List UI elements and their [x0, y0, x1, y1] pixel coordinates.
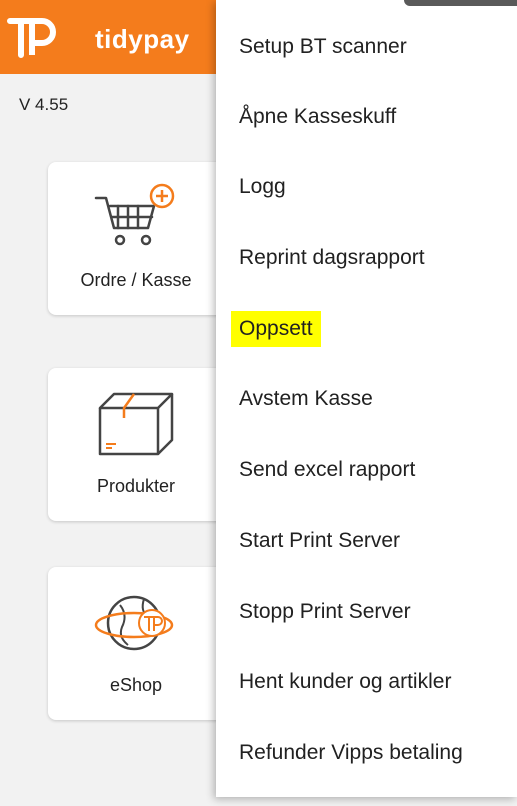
version-label: V 4.55	[19, 95, 69, 114]
menu-item-oppsett[interactable]: Oppsett	[216, 294, 517, 364]
tile-label: Ordre / Kasse	[80, 270, 192, 290]
menu-item-label: Start Print Server	[239, 529, 401, 552]
menu-item-logg[interactable]: Logg	[216, 152, 517, 222]
menu-item-setup-bt-scanner[interactable]: Setup BT scanner	[216, 12, 517, 82]
menu-item-label: Reprint dagsrapport	[239, 246, 425, 269]
menu-item-label: Åpne Kasseskuff	[239, 105, 397, 128]
menu-item-label: Send excel rapport	[239, 458, 416, 481]
brand-name: tidypay	[95, 24, 190, 54]
menu-item-label: Avstem Kasse	[239, 387, 373, 410]
status-bar-notch	[404, 0, 517, 6]
menu-item-apne-kasseskuff[interactable]: Åpne Kasseskuff	[216, 82, 517, 152]
menu-item-send-excel-rapport[interactable]: Send excel rapport	[216, 435, 517, 505]
menu-item-label: Hent kunder og artikler	[239, 670, 452, 693]
tidypay-logo-icon	[7, 18, 56, 58]
menu-item-label: Stopp Print Server	[239, 600, 411, 623]
menu-item-label: Logg	[239, 175, 286, 198]
menu-item-stopp-print-server[interactable]: Stopp Print Server	[216, 577, 517, 647]
globe-logo-icon	[94, 595, 174, 651]
box-icon	[98, 392, 174, 456]
cart-add-icon	[94, 183, 175, 246]
menu-item-avstem-kasse[interactable]: Avstem Kasse	[216, 364, 517, 434]
menu-item-start-print-server[interactable]: Start Print Server	[216, 506, 517, 576]
tile-label: eShop	[109, 675, 163, 695]
menu-item-reprint-dagsrapport[interactable]: Reprint dagsrapport	[216, 223, 517, 293]
menu-item-label: Setup BT scanner	[239, 35, 407, 58]
overflow-menu: Setup BT scanner Åpne Kasseskuff Logg Re…	[216, 0, 517, 797]
tile-label: Produkter	[96, 476, 176, 496]
menu-item-hent-kunder-og-artikler[interactable]: Hent kunder og artikler	[216, 647, 517, 717]
menu-item-label: Oppsett	[231, 311, 321, 347]
menu-item-label: Refunder Vipps betaling	[239, 741, 463, 764]
menu-item-refunder-vipps-betaling[interactable]: Refunder Vipps betaling	[216, 718, 517, 788]
